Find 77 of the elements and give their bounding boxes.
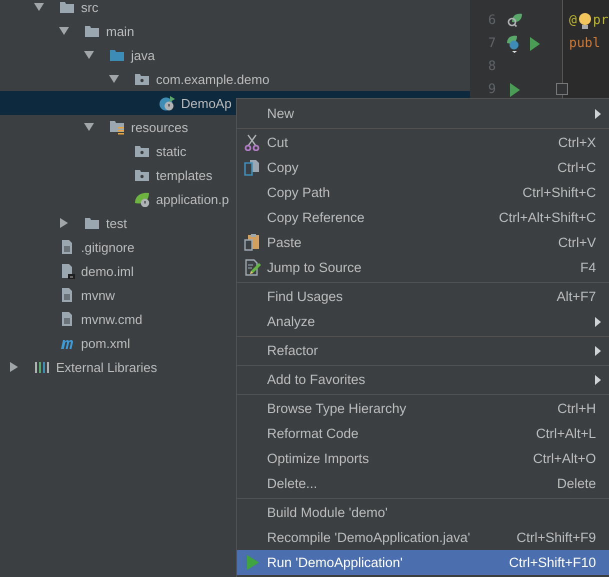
collapse-arrow-icon[interactable] bbox=[34, 2, 44, 12]
file-icon bbox=[59, 311, 75, 327]
tree-item[interactable]: mvnw bbox=[81, 288, 115, 302]
shortcut-text: Alt+F7 bbox=[556, 289, 596, 304]
code-text: @ bbox=[569, 13, 577, 28]
menu-item[interactable]: Copy Reference Ctrl+Alt+Shift+C bbox=[237, 205, 609, 230]
menu-item[interactable]: Run 'DemoApplication' Ctrl+Shift+F10 bbox=[237, 550, 609, 575]
tree-item[interactable]: pom.xml bbox=[81, 336, 130, 350]
file-icon bbox=[59, 287, 75, 303]
collapse-arrow-icon[interactable] bbox=[84, 122, 94, 132]
menu-item[interactable]: Reformat Code Ctrl+Alt+L bbox=[237, 421, 609, 446]
shortcut-text: Ctrl+X bbox=[558, 135, 596, 150]
fold-icon[interactable] bbox=[556, 83, 568, 95]
collapse-arrow-icon[interactable] bbox=[59, 26, 69, 36]
menu-item[interactable]: Delete... Delete bbox=[237, 471, 609, 496]
collapse-arrow-icon[interactable] bbox=[109, 74, 119, 84]
menu-item[interactable]: Paste Ctrl+V bbox=[237, 230, 609, 255]
shortcut-text: F4 bbox=[580, 260, 596, 275]
file-icon bbox=[59, 239, 75, 255]
resources-folder-icon bbox=[109, 119, 125, 135]
scissors-icon bbox=[244, 134, 260, 151]
package-icon bbox=[134, 167, 150, 183]
code-text: pr bbox=[592, 13, 608, 28]
file-icon bbox=[59, 263, 75, 279]
menu-item[interactable]: Optimize Imports Ctrl+Alt+O bbox=[237, 446, 609, 471]
tree-item[interactable]: java bbox=[131, 48, 155, 62]
menu-item[interactable]: Add to Favorites bbox=[237, 367, 609, 392]
folder-icon bbox=[109, 47, 125, 63]
menu-item[interactable]: Copy Ctrl+C bbox=[237, 155, 609, 180]
shortcut-text: Ctrl+C bbox=[557, 160, 596, 175]
menu-item[interactable]: Recompile 'DemoApplication.java' Ctrl+Shift+F9 bbox=[237, 525, 609, 550]
tree-item[interactable]: application.p bbox=[156, 192, 229, 206]
menu-item[interactable]: Cut Ctrl+X bbox=[237, 130, 609, 155]
spring-leaf-icon bbox=[134, 191, 150, 207]
code-text: publ bbox=[569, 36, 600, 51]
pencil-icon bbox=[244, 259, 260, 276]
shortcut-text: Ctrl+Shift+C bbox=[522, 185, 596, 200]
shortcut-text: Ctrl+Alt+O bbox=[532, 451, 596, 466]
tree-item[interactable]: test bbox=[106, 216, 127, 230]
package-icon bbox=[134, 71, 150, 87]
menu-item[interactable]: Jump to Source F4 bbox=[237, 255, 609, 280]
folder-icon bbox=[59, 0, 75, 15]
shortcut-text: Ctrl+Alt+L bbox=[536, 426, 596, 441]
shortcut-text: Ctrl+Shift+F10 bbox=[508, 555, 596, 570]
collapse-arrow-icon[interactable] bbox=[84, 50, 94, 60]
tree-item[interactable]: .gitignore bbox=[81, 240, 134, 254]
shortcut-text: Ctrl+V bbox=[558, 235, 596, 250]
expand-arrow-icon[interactable] bbox=[9, 362, 19, 372]
menu-item[interactable]: Build Module 'demo' bbox=[237, 500, 609, 525]
tree-item[interactable]: templates bbox=[156, 168, 212, 182]
menu-item[interactable]: Find Usages Alt+F7 bbox=[237, 284, 609, 309]
shortcut-text: Ctrl+Shift+F9 bbox=[516, 530, 596, 545]
expand-arrow-icon[interactable] bbox=[59, 218, 69, 228]
shortcut-text: Ctrl+H bbox=[557, 401, 596, 416]
libraries-icon bbox=[34, 359, 50, 375]
tree-item[interactable]: demo.iml bbox=[81, 264, 134, 278]
paste-icon bbox=[244, 234, 260, 251]
folder-icon bbox=[84, 23, 100, 39]
shortcut-text: Ctrl+Alt+Shift+C bbox=[498, 210, 596, 225]
bean-icon bbox=[506, 12, 524, 30]
tree-item[interactable]: mvnw.cmd bbox=[81, 312, 142, 326]
menu-item[interactable]: Copy Path Ctrl+Shift+C bbox=[237, 180, 609, 205]
tree-item[interactable]: src bbox=[81, 0, 98, 14]
tree-item[interactable]: main bbox=[106, 24, 134, 38]
tree-item[interactable]: External Libraries bbox=[56, 360, 158, 374]
spring-class-icon bbox=[159, 95, 175, 111]
menu-item[interactable]: Browse Type Hierarchy Ctrl+H bbox=[237, 396, 609, 421]
tree-item[interactable]: static bbox=[156, 144, 186, 158]
folder-icon bbox=[84, 215, 100, 231]
copy-icon bbox=[244, 159, 260, 176]
package-icon bbox=[134, 143, 150, 159]
shortcut-text: Delete bbox=[556, 476, 596, 491]
tree-item[interactable]: resources bbox=[131, 120, 188, 134]
menu-item[interactable]: Analyze bbox=[237, 309, 609, 334]
menu-item[interactable]: Refactor bbox=[237, 338, 609, 363]
lightbulb-icon[interactable] bbox=[578, 12, 592, 30]
tree-item[interactable]: com.example.demo bbox=[156, 72, 270, 86]
